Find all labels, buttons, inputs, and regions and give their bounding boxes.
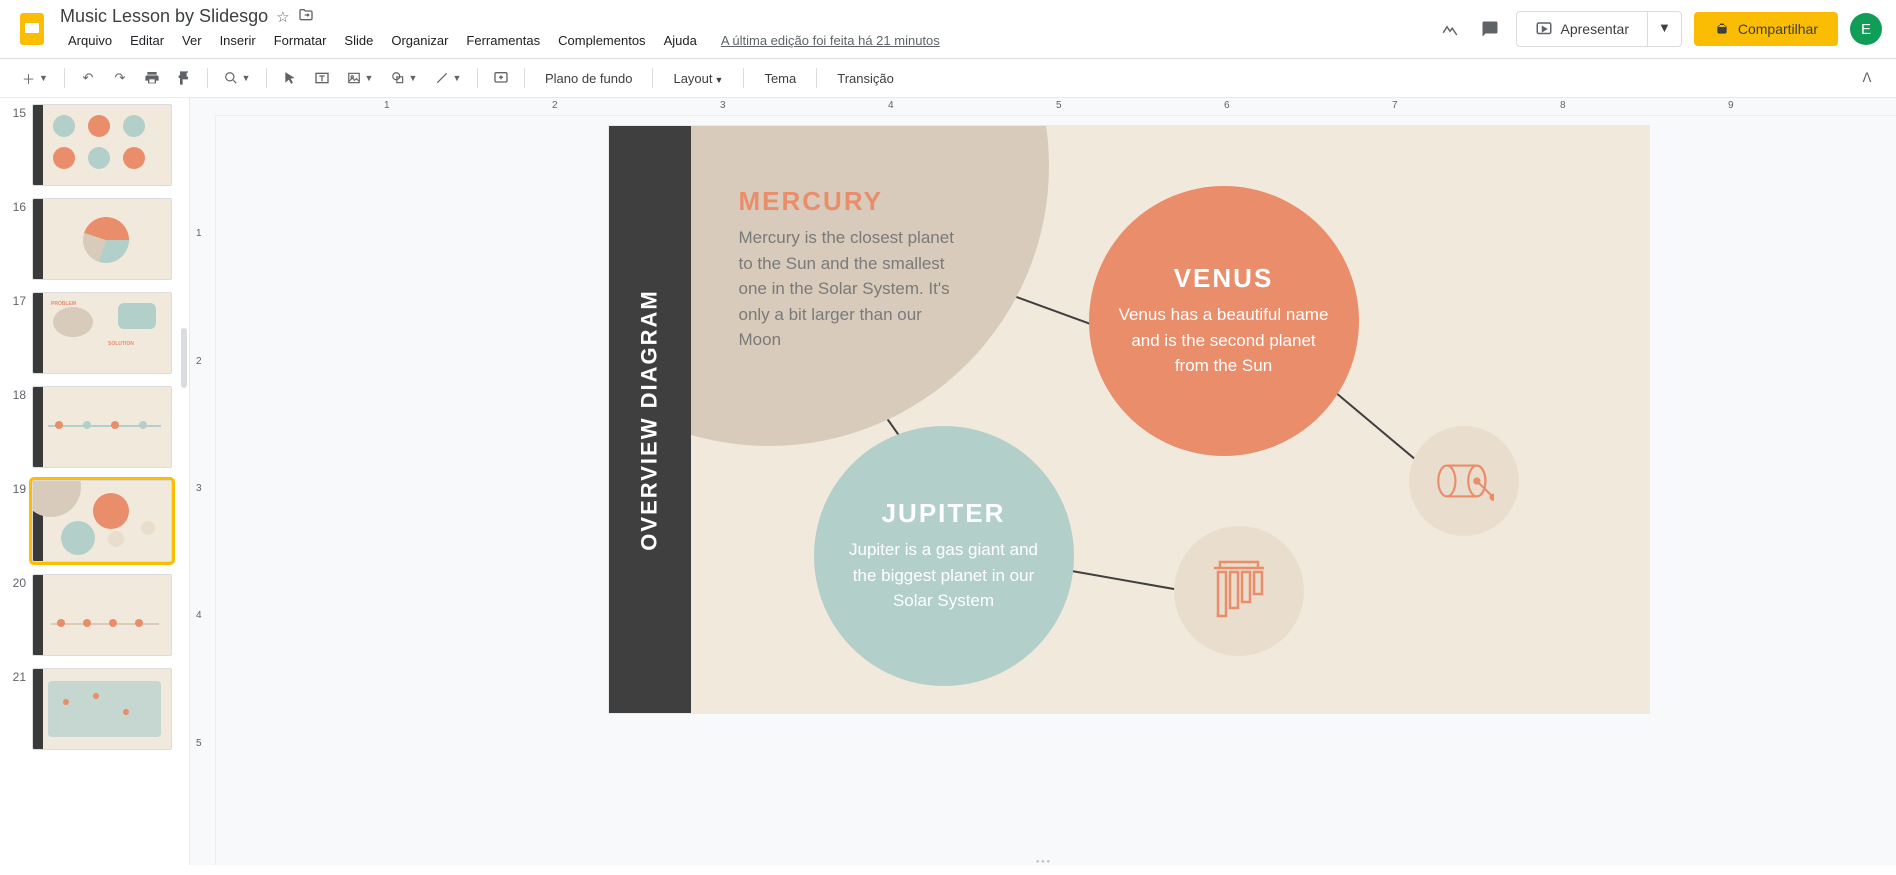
menu-help[interactable]: Ajuda <box>656 29 705 52</box>
menu-slide[interactable]: Slide <box>336 29 381 52</box>
move-to-folder-icon[interactable] <box>298 7 314 27</box>
present-button[interactable]: Apresentar <box>1516 11 1648 47</box>
filmstrip-scrollbar[interactable] <box>181 328 187 388</box>
redo-button[interactable]: ↷ <box>105 63 135 93</box>
present-label: Apresentar <box>1561 21 1629 37</box>
menu-tools[interactable]: Ferramentas <box>458 29 548 52</box>
background-button[interactable]: Plano de fundo <box>533 65 644 92</box>
star-icon[interactable]: ☆ <box>276 8 289 26</box>
thumb-15[interactable] <box>32 104 172 186</box>
venus-circle[interactable]: VENUS Venus has a beautiful name and is … <box>1089 186 1359 456</box>
drum-icon-circle[interactable] <box>1409 426 1519 536</box>
mercury-textblock[interactable]: MERCURY Mercury is the closest planet to… <box>739 186 969 353</box>
new-slide-button[interactable]: ＋▼ <box>14 63 56 93</box>
insert-comment-button[interactable] <box>486 63 516 93</box>
thumb-num: 15 <box>8 104 26 120</box>
jupiter-title: JUPITER <box>882 498 1006 529</box>
menu-addons[interactable]: Complementos <box>550 29 653 52</box>
thumb-17[interactable]: PROBLEM SOLUTION <box>32 292 172 374</box>
wind-chimes-icon <box>1204 556 1274 626</box>
slides-logo[interactable] <box>14 11 50 47</box>
slide-sidebar-label[interactable]: OVERVIEW DIAGRAM <box>609 126 691 713</box>
venus-title: VENUS <box>1174 263 1274 294</box>
ruler-horizontal: 1 2 3 4 5 6 7 8 9 <box>216 98 1896 116</box>
ruler-vertical: 1 2 3 4 5 <box>190 116 216 865</box>
thumb-19[interactable] <box>32 480 172 562</box>
menu-edit[interactable]: Editar <box>122 29 172 52</box>
insert-image-button[interactable]: ▼ <box>339 63 381 93</box>
edit-status[interactable]: A última edição foi feita há 21 minutos <box>721 33 940 48</box>
layout-button[interactable]: Layout▼ <box>661 65 735 92</box>
slide-canvas[interactable]: MERCURY Mercury is the closest planet to… <box>609 126 1649 713</box>
zoom-button[interactable]: ▼ <box>216 63 258 93</box>
menu-format[interactable]: Formatar <box>266 29 335 52</box>
menu-view[interactable]: Ver <box>174 29 210 52</box>
activity-icon[interactable] <box>1436 15 1464 43</box>
menu-insert[interactable]: Inserir <box>212 29 264 52</box>
account-avatar[interactable]: E <box>1850 13 1882 45</box>
thumb-num: 19 <box>8 480 26 496</box>
thumb-num: 16 <box>8 198 26 214</box>
venus-body: Venus has a beautiful name and is the se… <box>1119 302 1329 379</box>
comments-icon[interactable] <box>1476 15 1504 43</box>
mercury-title: MERCURY <box>739 186 969 217</box>
transition-button[interactable]: Transição <box>825 65 906 92</box>
menu-bar: Arquivo Editar Ver Inserir Formatar Slid… <box>60 29 1436 52</box>
chime-icon-circle[interactable] <box>1174 526 1304 656</box>
thumb-num: 17 <box>8 292 26 308</box>
doc-title[interactable]: Music Lesson by Slidesgo <box>60 6 268 27</box>
thumb-num: 21 <box>8 668 26 684</box>
menu-arrange[interactable]: Organizar <box>383 29 456 52</box>
insert-line-button[interactable]: ▼ <box>427 63 469 93</box>
thumb-21[interactable] <box>32 668 172 750</box>
undo-button[interactable]: ↶ <box>73 63 103 93</box>
toolbar: ＋▼ ↶ ↷ ▼ ▼ ▼ ▼ Plano de fundo Layout▼ Te… <box>0 58 1896 98</box>
thumb-num: 20 <box>8 574 26 590</box>
thumb-16[interactable] <box>32 198 172 280</box>
thumb-18[interactable] <box>32 386 172 468</box>
filmstrip[interactable]: 15 16 17 PROBLEM SOLUTION 18 <box>0 98 190 865</box>
paint-format-button[interactable] <box>169 63 199 93</box>
select-tool-button[interactable] <box>275 63 305 93</box>
share-button[interactable]: Compartilhar <box>1694 12 1838 46</box>
collapse-toolbar-button[interactable]: ᐱ <box>1852 63 1882 93</box>
drum-icon <box>1434 456 1494 506</box>
thumb-num: 18 <box>8 386 26 402</box>
print-button[interactable] <box>137 63 167 93</box>
jupiter-circle[interactable]: JUPITER Jupiter is a gas giant and the b… <box>814 426 1074 686</box>
thumb-20[interactable] <box>32 574 172 656</box>
menu-file[interactable]: Arquivo <box>60 29 120 52</box>
insert-shape-button[interactable]: ▼ <box>383 63 425 93</box>
jupiter-body: Jupiter is a gas giant and the biggest p… <box>844 537 1044 614</box>
textbox-button[interactable] <box>307 63 337 93</box>
present-dropdown-button[interactable]: ▼ <box>1648 11 1682 47</box>
share-label: Compartilhar <box>1738 21 1818 37</box>
speaker-notes-handle[interactable]: ● ● ● <box>1019 859 1067 865</box>
theme-button[interactable]: Tema <box>752 65 808 92</box>
mercury-body: Mercury is the closest planet to the Sun… <box>739 225 969 353</box>
